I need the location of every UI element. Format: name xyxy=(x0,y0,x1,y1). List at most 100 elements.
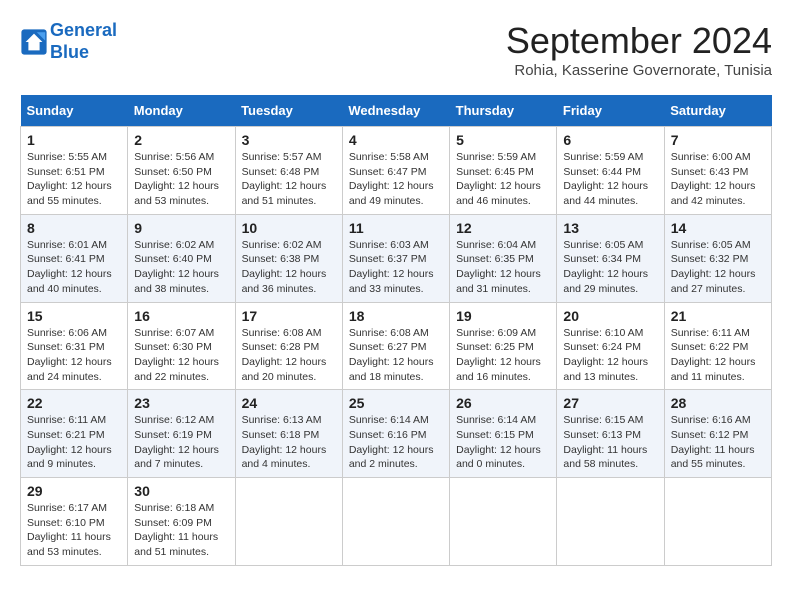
day-info: Sunrise: 6:03 AMSunset: 6:37 PMDaylight:… xyxy=(349,239,434,295)
day-info: Sunrise: 6:14 AMSunset: 6:15 PMDaylight:… xyxy=(456,414,541,470)
day-number: 20 xyxy=(563,308,657,324)
col-monday: Monday xyxy=(128,95,235,127)
table-row: 1 Sunrise: 5:55 AMSunset: 6:51 PMDayligh… xyxy=(21,127,128,215)
day-number: 7 xyxy=(671,132,765,148)
day-info: Sunrise: 6:09 AMSunset: 6:25 PMDaylight:… xyxy=(456,327,541,383)
day-number: 8 xyxy=(27,220,121,236)
day-number: 3 xyxy=(242,132,336,148)
col-tuesday: Tuesday xyxy=(235,95,342,127)
table-row: 26 Sunrise: 6:14 AMSunset: 6:15 PMDaylig… xyxy=(450,390,557,478)
day-number: 27 xyxy=(563,395,657,411)
day-info: Sunrise: 5:56 AMSunset: 6:50 PMDaylight:… xyxy=(134,151,219,207)
day-info: Sunrise: 6:10 AMSunset: 6:24 PMDaylight:… xyxy=(563,327,648,383)
day-info: Sunrise: 6:14 AMSunset: 6:16 PMDaylight:… xyxy=(349,414,434,470)
table-row: 3 Sunrise: 5:57 AMSunset: 6:48 PMDayligh… xyxy=(235,127,342,215)
table-row: 29 Sunrise: 6:17 AMSunset: 6:10 PMDaylig… xyxy=(21,478,128,566)
day-info: Sunrise: 6:17 AMSunset: 6:10 PMDaylight:… xyxy=(27,502,111,558)
table-row: 2 Sunrise: 5:56 AMSunset: 6:50 PMDayligh… xyxy=(128,127,235,215)
day-number: 10 xyxy=(242,220,336,236)
table-row: 9 Sunrise: 6:02 AMSunset: 6:40 PMDayligh… xyxy=(128,214,235,302)
day-info: Sunrise: 6:15 AMSunset: 6:13 PMDaylight:… xyxy=(563,414,647,470)
day-number: 16 xyxy=(134,308,228,324)
day-number: 24 xyxy=(242,395,336,411)
day-info: Sunrise: 6:02 AMSunset: 6:38 PMDaylight:… xyxy=(242,239,327,295)
table-row: 24 Sunrise: 6:13 AMSunset: 6:18 PMDaylig… xyxy=(235,390,342,478)
logo: General Blue xyxy=(20,20,117,63)
day-info: Sunrise: 6:01 AMSunset: 6:41 PMDaylight:… xyxy=(27,239,112,295)
table-row: 5 Sunrise: 5:59 AMSunset: 6:45 PMDayligh… xyxy=(450,127,557,215)
table-row: 6 Sunrise: 5:59 AMSunset: 6:44 PMDayligh… xyxy=(557,127,664,215)
month-title: September 2024 xyxy=(506,20,772,62)
day-number: 14 xyxy=(671,220,765,236)
day-number: 26 xyxy=(456,395,550,411)
calendar-table: Sunday Monday Tuesday Wednesday Thursday… xyxy=(20,95,772,566)
day-info: Sunrise: 6:12 AMSunset: 6:19 PMDaylight:… xyxy=(134,414,219,470)
day-info: Sunrise: 6:07 AMSunset: 6:30 PMDaylight:… xyxy=(134,327,219,383)
table-row: 14 Sunrise: 6:05 AMSunset: 6:32 PMDaylig… xyxy=(664,214,771,302)
table-row: 22 Sunrise: 6:11 AMSunset: 6:21 PMDaylig… xyxy=(21,390,128,478)
day-info: Sunrise: 6:11 AMSunset: 6:22 PMDaylight:… xyxy=(671,327,756,383)
logo-icon xyxy=(20,28,48,56)
day-number: 15 xyxy=(27,308,121,324)
day-number: 22 xyxy=(27,395,121,411)
col-saturday: Saturday xyxy=(664,95,771,127)
table-row xyxy=(450,478,557,566)
table-row: 28 Sunrise: 6:16 AMSunset: 6:12 PMDaylig… xyxy=(664,390,771,478)
day-info: Sunrise: 6:13 AMSunset: 6:18 PMDaylight:… xyxy=(242,414,327,470)
table-row: 13 Sunrise: 6:05 AMSunset: 6:34 PMDaylig… xyxy=(557,214,664,302)
day-number: 28 xyxy=(671,395,765,411)
day-info: Sunrise: 6:16 AMSunset: 6:12 PMDaylight:… xyxy=(671,414,755,470)
day-info: Sunrise: 6:00 AMSunset: 6:43 PMDaylight:… xyxy=(671,151,756,207)
logo-line2: Blue xyxy=(50,42,89,62)
table-row: 19 Sunrise: 6:09 AMSunset: 6:25 PMDaylig… xyxy=(450,302,557,390)
day-info: Sunrise: 5:58 AMSunset: 6:47 PMDaylight:… xyxy=(349,151,434,207)
table-row: 25 Sunrise: 6:14 AMSunset: 6:16 PMDaylig… xyxy=(342,390,449,478)
day-number: 12 xyxy=(456,220,550,236)
table-row xyxy=(557,478,664,566)
day-info: Sunrise: 5:55 AMSunset: 6:51 PMDaylight:… xyxy=(27,151,112,207)
day-info: Sunrise: 6:02 AMSunset: 6:40 PMDaylight:… xyxy=(134,239,219,295)
table-row: 17 Sunrise: 6:08 AMSunset: 6:28 PMDaylig… xyxy=(235,302,342,390)
day-number: 19 xyxy=(456,308,550,324)
table-row: 18 Sunrise: 6:08 AMSunset: 6:27 PMDaylig… xyxy=(342,302,449,390)
col-sunday: Sunday xyxy=(21,95,128,127)
day-number: 1 xyxy=(27,132,121,148)
day-number: 2 xyxy=(134,132,228,148)
calendar-week-row: 8 Sunrise: 6:01 AMSunset: 6:41 PMDayligh… xyxy=(21,214,772,302)
day-number: 6 xyxy=(563,132,657,148)
table-row: 20 Sunrise: 6:10 AMSunset: 6:24 PMDaylig… xyxy=(557,302,664,390)
day-info: Sunrise: 5:57 AMSunset: 6:48 PMDaylight:… xyxy=(242,151,327,207)
day-info: Sunrise: 6:04 AMSunset: 6:35 PMDaylight:… xyxy=(456,239,541,295)
table-row xyxy=(235,478,342,566)
table-row: 11 Sunrise: 6:03 AMSunset: 6:37 PMDaylig… xyxy=(342,214,449,302)
table-row xyxy=(342,478,449,566)
table-row: 23 Sunrise: 6:12 AMSunset: 6:19 PMDaylig… xyxy=(128,390,235,478)
table-row: 21 Sunrise: 6:11 AMSunset: 6:22 PMDaylig… xyxy=(664,302,771,390)
day-number: 4 xyxy=(349,132,443,148)
day-info: Sunrise: 6:05 AMSunset: 6:32 PMDaylight:… xyxy=(671,239,756,295)
table-row: 4 Sunrise: 5:58 AMSunset: 6:47 PMDayligh… xyxy=(342,127,449,215)
table-row: 15 Sunrise: 6:06 AMSunset: 6:31 PMDaylig… xyxy=(21,302,128,390)
table-row: 10 Sunrise: 6:02 AMSunset: 6:38 PMDaylig… xyxy=(235,214,342,302)
calendar-week-row: 22 Sunrise: 6:11 AMSunset: 6:21 PMDaylig… xyxy=(21,390,772,478)
calendar-week-row: 29 Sunrise: 6:17 AMSunset: 6:10 PMDaylig… xyxy=(21,478,772,566)
day-number: 23 xyxy=(134,395,228,411)
day-number: 13 xyxy=(563,220,657,236)
day-number: 25 xyxy=(349,395,443,411)
logo-line1: General xyxy=(50,20,117,40)
table-row: 7 Sunrise: 6:00 AMSunset: 6:43 PMDayligh… xyxy=(664,127,771,215)
day-info: Sunrise: 5:59 AMSunset: 6:45 PMDaylight:… xyxy=(456,151,541,207)
title-block: September 2024 Rohia, Kasserine Governor… xyxy=(506,20,772,79)
col-friday: Friday xyxy=(557,95,664,127)
calendar-week-row: 1 Sunrise: 5:55 AMSunset: 6:51 PMDayligh… xyxy=(21,127,772,215)
day-info: Sunrise: 6:06 AMSunset: 6:31 PMDaylight:… xyxy=(27,327,112,383)
day-number: 29 xyxy=(27,483,121,499)
day-number: 18 xyxy=(349,308,443,324)
day-info: Sunrise: 6:11 AMSunset: 6:21 PMDaylight:… xyxy=(27,414,112,470)
table-row: 16 Sunrise: 6:07 AMSunset: 6:30 PMDaylig… xyxy=(128,302,235,390)
table-row: 27 Sunrise: 6:15 AMSunset: 6:13 PMDaylig… xyxy=(557,390,664,478)
page-header: General Blue September 2024 Rohia, Kasse… xyxy=(20,20,772,79)
col-wednesday: Wednesday xyxy=(342,95,449,127)
day-info: Sunrise: 6:08 AMSunset: 6:27 PMDaylight:… xyxy=(349,327,434,383)
day-number: 17 xyxy=(242,308,336,324)
